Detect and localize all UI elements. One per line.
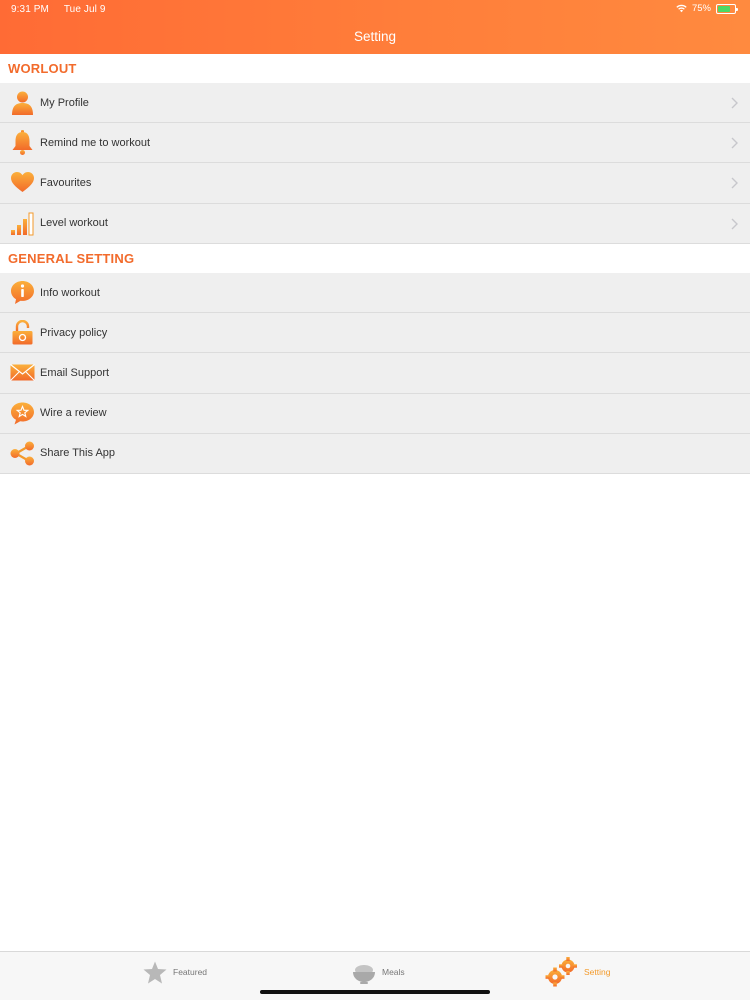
bell-icon [12, 130, 33, 156]
battery-percent: 75% [691, 3, 711, 14]
section-title-general: GENERAL SETTING [0, 244, 750, 273]
row-email-support[interactable]: Email Support [0, 353, 750, 394]
profile-icon [12, 91, 33, 115]
row-label: Info workout [40, 286, 100, 299]
row-label: Wire a review [40, 407, 107, 420]
chevron-right-icon [731, 97, 738, 109]
general-list: Info workout Privacy policy Email Suppor… [0, 273, 750, 474]
row-level-workout[interactable]: Level workout [0, 204, 750, 244]
tab-label: Meals [382, 967, 405, 977]
row-label: Email Support [40, 366, 110, 379]
page-title: Setting [353, 29, 397, 44]
tab-meals[interactable]: Meals [352, 952, 405, 992]
section-title-workout: WORLOUT [0, 54, 750, 83]
info-bubble-icon [11, 281, 34, 304]
row-label: Share This App [40, 447, 116, 460]
tab-label: Setting [584, 967, 611, 977]
row-label: Level workout [40, 217, 108, 230]
navigation-header: 9:31 PM Tue Jul 9 75% Setting [0, 0, 750, 54]
row-write-review[interactable]: Wire a review [0, 394, 750, 434]
row-favourites[interactable]: Favourites [0, 163, 750, 204]
row-label: Remind me to workout [40, 136, 151, 149]
chevron-right-icon [731, 177, 738, 189]
row-label: My Profile [40, 96, 89, 109]
status-bar: 9:31 PM Tue Jul 9 75% [0, 0, 750, 18]
row-info-workout[interactable]: Info workout [0, 273, 750, 314]
gears-icon [545, 957, 577, 987]
row-privacy-policy[interactable]: Privacy policy [0, 313, 750, 354]
home-indicator [260, 990, 490, 994]
battery-icon [716, 3, 738, 14]
envelope-icon [10, 364, 35, 382]
review-star-bubble-icon [11, 402, 34, 425]
star-icon [143, 961, 167, 983]
workout-list: My Profile Remind me to workout Favourit… [0, 83, 750, 244]
row-share-app[interactable]: Share This App [0, 434, 750, 474]
row-label: Favourites [40, 176, 92, 189]
row-label: Privacy policy [40, 326, 108, 339]
tab-label: Featured [173, 967, 208, 977]
bowl-icon [353, 964, 375, 984]
row-my-profile[interactable]: My Profile [0, 83, 750, 124]
chevron-right-icon [731, 137, 738, 149]
wifi-icon [676, 4, 687, 13]
row-remind-me[interactable]: Remind me to workout [0, 123, 750, 164]
tab-featured[interactable]: Featured [143, 952, 207, 992]
heart-icon [11, 172, 34, 193]
tab-setting[interactable]: Setting [545, 952, 610, 992]
battery-level [718, 5, 730, 12]
status-time: 9:31 PM [11, 4, 49, 15]
lock-icon [12, 320, 33, 345]
level-bars-icon [11, 212, 34, 236]
status-date: Tue Jul 9 [63, 4, 106, 15]
share-icon [10, 441, 34, 466]
chevron-right-icon [731, 218, 738, 230]
